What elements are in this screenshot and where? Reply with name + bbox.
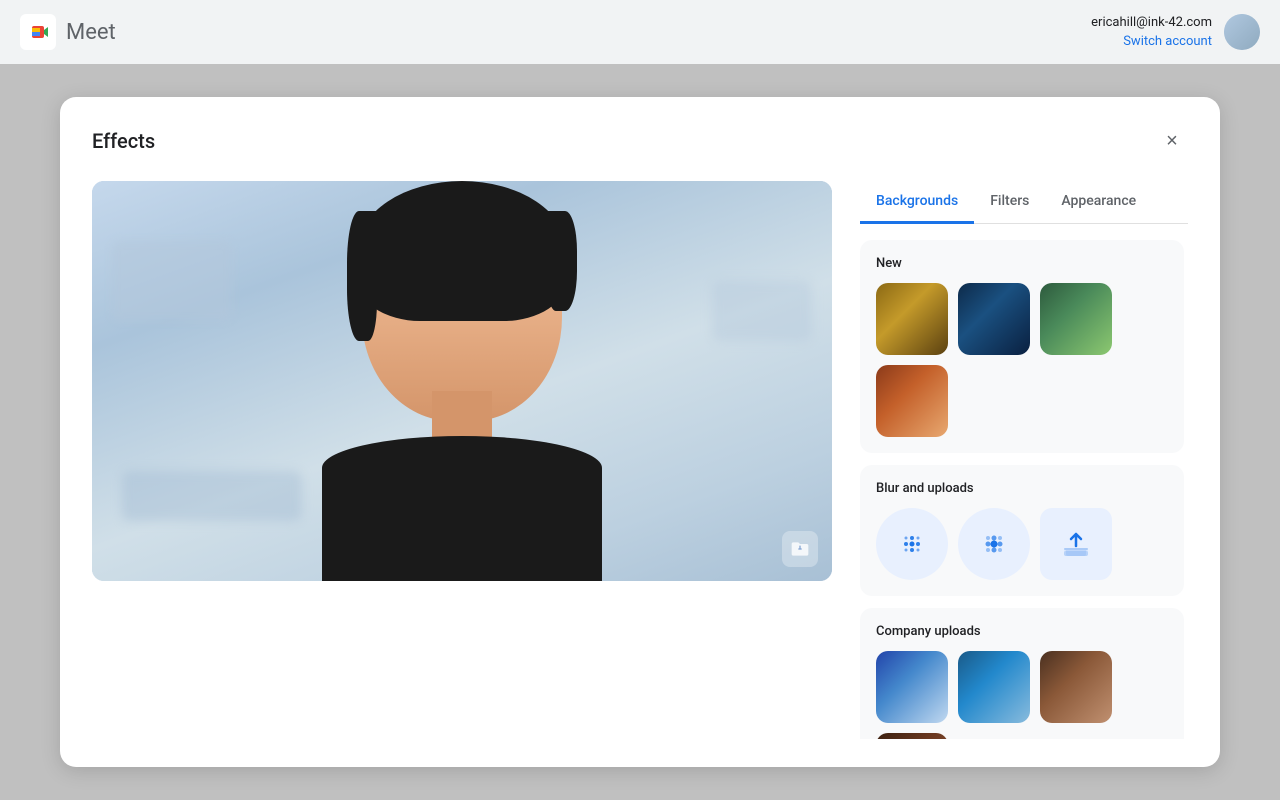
company-thumb-3[interactable] xyxy=(1040,651,1112,723)
tabs-container: Backgrounds Filters Appearance xyxy=(860,181,1188,224)
new-section: New xyxy=(860,240,1184,453)
avatar-image xyxy=(1224,14,1260,50)
tab-backgrounds[interactable]: Backgrounds xyxy=(860,181,974,224)
avatar[interactable] xyxy=(1224,14,1260,50)
topbar: Meet ericahill@ink-42.com Switch account xyxy=(0,0,1280,64)
modal-header: Effects × xyxy=(92,125,1188,157)
blur-buttons xyxy=(876,508,1168,580)
right-panel: Backgrounds Filters Appearance New xyxy=(860,181,1188,739)
blur-slight-icon xyxy=(896,528,928,560)
hair-side-right xyxy=(547,211,577,311)
company-thumbnails xyxy=(876,651,1168,739)
company-uploads-section: Company uploads xyxy=(860,608,1184,739)
company-section-title: Company uploads xyxy=(876,624,1168,639)
topbar-left: Meet xyxy=(20,14,116,50)
tab-filters[interactable]: Filters xyxy=(974,181,1045,224)
modal-content: Backgrounds Filters Appearance New xyxy=(92,181,1188,739)
blur-strong-button[interactable] xyxy=(958,508,1030,580)
new-thumb-4[interactable] xyxy=(876,365,948,437)
watermark-icon xyxy=(782,531,818,567)
company-thumb-4[interactable] xyxy=(876,733,948,739)
meet-logo-icon xyxy=(20,14,56,50)
company-thumb-2[interactable] xyxy=(958,651,1030,723)
topbar-right: ericahill@ink-42.com Switch account xyxy=(1091,14,1260,50)
person-layer xyxy=(252,181,672,581)
video-background xyxy=(92,181,832,581)
new-thumb-3[interactable] xyxy=(1040,283,1112,355)
tab-appearance[interactable]: Appearance xyxy=(1045,181,1152,224)
video-preview xyxy=(92,181,832,581)
hair-side-left xyxy=(347,211,377,341)
new-thumb-2[interactable] xyxy=(958,283,1030,355)
upload-background-button[interactable] xyxy=(1040,508,1112,580)
app-name: Meet xyxy=(66,20,116,45)
body xyxy=(322,436,602,581)
effects-modal: Effects × xyxy=(60,97,1220,767)
account-info: ericahill@ink-42.com Switch account xyxy=(1091,15,1212,49)
panel-scroll[interactable]: New Blur and uploads xyxy=(860,240,1188,739)
switch-account-link[interactable]: Switch account xyxy=(1123,34,1212,49)
new-thumbnails xyxy=(876,283,1168,437)
blur-section-title: Blur and uploads xyxy=(876,481,1168,496)
company-thumb-1[interactable] xyxy=(876,651,948,723)
close-button[interactable]: × xyxy=(1156,125,1188,157)
main-area: Effects × xyxy=(0,64,1280,800)
upload-icon xyxy=(1062,530,1090,558)
new-thumb-1[interactable] xyxy=(876,283,948,355)
account-email: ericahill@ink-42.com xyxy=(1091,15,1212,30)
blur-slight-button[interactable] xyxy=(876,508,948,580)
modal-title: Effects xyxy=(92,129,155,153)
blur-uploads-section: Blur and uploads xyxy=(860,465,1184,596)
blur-strong-icon xyxy=(978,528,1010,560)
new-section-title: New xyxy=(876,256,1168,271)
hair xyxy=(357,181,567,321)
